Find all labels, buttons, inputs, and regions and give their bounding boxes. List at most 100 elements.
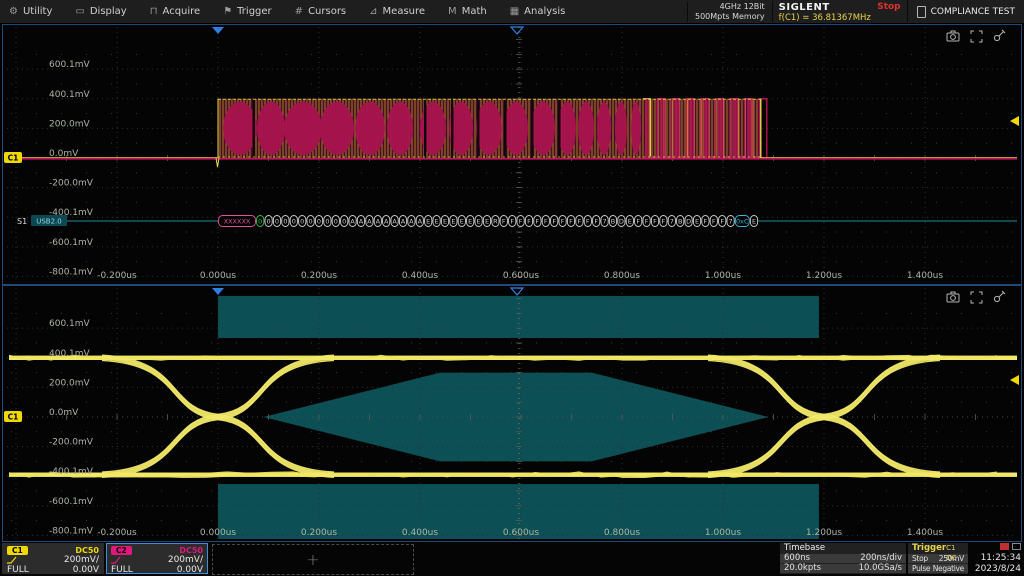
decode-token-value: F	[536, 218, 540, 226]
menu-utility[interactable]: ⚙Utility	[0, 0, 66, 23]
menu-trigger[interactable]: ⚑Trigger	[214, 0, 285, 23]
trigger-source: C1 DC	[946, 543, 964, 553]
channel-c1-badge[interactable]: C1	[4, 152, 22, 163]
channel-badge-label: C1	[8, 413, 19, 422]
channel-c1-badge[interactable]: C1	[4, 411, 22, 422]
trigger-level-marker[interactable]	[1010, 375, 1019, 385]
decode-token-value: E	[460, 218, 464, 226]
eye-diagram-canvas[interactable]: 600.1mV400.1mV200.0mV0.0mV-200.0mV-400.1…	[3, 286, 1021, 541]
y-axis-label: -200.0mV	[49, 179, 94, 189]
decode-token-value: 0	[342, 218, 346, 226]
x-axis-label: 0.200us	[301, 271, 337, 281]
decode-token-value: F	[569, 218, 573, 226]
slope-icon	[7, 556, 17, 564]
decode-token-value: A	[367, 218, 372, 226]
fullscreen-icon[interactable]	[971, 292, 982, 303]
decode-token-value: F	[594, 218, 598, 226]
y-axis-label: 0.0mV	[49, 149, 79, 159]
decode-token-value: 0	[292, 218, 296, 226]
decode-token-value: F	[527, 218, 531, 226]
math-icon: M	[448, 7, 457, 17]
acquisition-status[interactable]: Stop	[877, 2, 900, 12]
decode-token-value: E	[695, 218, 699, 226]
memory-label: 500Mpts Memory	[695, 12, 765, 22]
decode-token-value: F	[653, 218, 657, 226]
measure-icon: ⊿	[369, 7, 377, 17]
channel-box-c1[interactable]: C1 DC50 200mV/ FULL 0.00V	[2, 543, 104, 574]
x-axis-label: 1.400us	[907, 271, 943, 281]
x-axis-label: 1.000us	[705, 271, 741, 281]
channel-offset: 0.00V	[73, 565, 99, 575]
clock-block: 11:25:34 2023/8/24	[965, 543, 1021, 575]
eye-diagram-plot[interactable]: 600.1mV400.1mV200.0mV0.0mV-200.0mV-400.1…	[2, 285, 1022, 542]
topbar-right: 4GHz 12Bit 500Mpts Memory SIGLENT Stop f…	[687, 0, 1024, 23]
add-channel-button[interactable]: +	[212, 544, 414, 575]
y-axis-label: -400.1mV	[49, 208, 94, 218]
decode-token-value: 0	[317, 218, 321, 226]
decode-token-value: 0	[309, 218, 313, 226]
y-axis-label: -800.1mV	[49, 526, 94, 536]
waveform-plot[interactable]: S1USB2.0XXXXXX00000000000AAAAAAAAAEEEEEE…	[2, 24, 1022, 285]
hash-icon: #	[295, 7, 303, 17]
decode-token-value: E	[468, 218, 472, 226]
decode-token-value: F	[720, 218, 724, 226]
trigger-level-marker[interactable]	[1010, 116, 1019, 126]
x-axis-label: 0.600us	[503, 271, 539, 281]
x-axis-label: 0.400us	[402, 528, 438, 538]
decode-token-value: 7	[670, 218, 674, 226]
decode-token-value: A	[359, 218, 364, 226]
menu-measure[interactable]: ⊿Measure	[360, 0, 439, 23]
decode-token-value: B	[678, 218, 682, 226]
decode-token-value: D	[686, 218, 691, 226]
channel-coupling: DC50	[179, 546, 203, 555]
pin-icon[interactable]	[994, 30, 1005, 41]
channel-scale: 200mV/	[168, 555, 203, 565]
y-axis-label: 400.1mV	[49, 349, 91, 359]
x-axis-label: 0.600us	[503, 528, 539, 538]
trigger-delay-marker[interactable]	[212, 27, 224, 34]
decode-token-value: F	[519, 218, 523, 226]
network-status-icons	[965, 543, 1021, 552]
camera-icon[interactable]	[947, 31, 959, 41]
timebase-points: 20.0kpts	[784, 564, 821, 573]
timebase-delay: 600ns	[784, 554, 810, 563]
decode-token-value: E	[485, 218, 489, 226]
x-axis-label: 0.000us	[200, 271, 236, 281]
menu-label: Acquire	[163, 6, 201, 17]
camera-icon[interactable]	[947, 292, 959, 302]
brand-logo: SIGLENT	[779, 2, 830, 13]
y-axis-label: -600.1mV	[49, 238, 94, 248]
menu-display[interactable]: ▭Display	[66, 0, 140, 23]
decode-token-value: R	[493, 218, 498, 226]
y-axis-label: 600.1mV	[49, 60, 91, 70]
decode-token-value: F	[502, 218, 506, 226]
y-axis-label: 200.0mV	[49, 378, 91, 388]
trigger-delay-marker[interactable]	[212, 288, 224, 295]
waveform-canvas[interactable]: S1USB2.0XXXXXX00000000000AAAAAAAAAEEEEEE…	[3, 25, 1021, 284]
menu-cursors[interactable]: #Cursors	[286, 0, 360, 23]
menu-analysis[interactable]: ▦Analysis	[501, 0, 580, 23]
menu-acquire[interactable]: ⊓ Acquire	[141, 0, 214, 23]
trigger-panel[interactable]: Trigger C1 DC Stop 250mV Pulse Negative	[908, 543, 968, 574]
display-icon: ▭	[75, 7, 84, 17]
decode-token-value: 0	[325, 218, 329, 226]
channel-offset: 0.00V	[177, 565, 203, 575]
decode-token-value: A	[350, 218, 355, 226]
clock-time: 11:25:34	[965, 553, 1021, 564]
gear-icon: ⚙	[9, 7, 18, 17]
timebase-panel[interactable]: Timebase 600ns 200ns/div 20.0kpts 10.0GS…	[780, 543, 906, 574]
pin-icon[interactable]	[994, 291, 1005, 302]
fullscreen-icon[interactable]	[971, 31, 982, 42]
channel-box-c2[interactable]: C2 DC50 200mV/ FULL 0.00V	[106, 543, 208, 574]
menu-label: Analysis	[524, 6, 565, 17]
y-axis-label: -400.1mV	[49, 467, 94, 477]
acquire-icon: ⊓	[150, 7, 158, 17]
bandwidth-label: 4GHz 12Bit	[695, 2, 765, 12]
menu-math[interactable]: MMath	[439, 0, 501, 23]
decode-token-value: A	[392, 218, 397, 226]
x-axis-label: -0.200us	[97, 271, 137, 281]
decode-token-value: F	[636, 218, 640, 226]
decode-token-value: 0	[258, 218, 262, 226]
compliance-test-button[interactable]: COMPLIANCE TEST	[907, 0, 1024, 23]
decode-token-value: B	[611, 218, 615, 226]
